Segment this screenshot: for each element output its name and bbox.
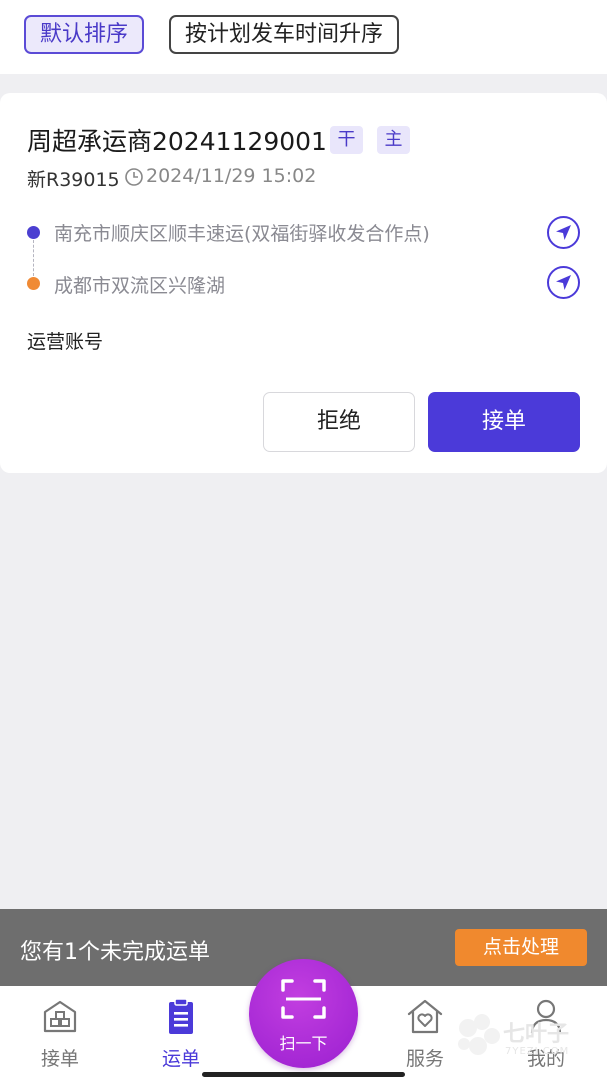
clipboard-icon [169,998,193,1034]
sort-bar: 默认排序 按计划发车时间升序 [0,0,607,74]
sort-by-departure-button[interactable]: 按计划发车时间升序 [169,15,400,54]
origin-dot [27,226,40,239]
pending-banner-text: 您有1个未完成运单 [20,940,210,965]
tab-waybill[interactable]: 运单 [141,996,221,1071]
reject-button[interactable]: 拒绝 [263,392,415,452]
scan-icon [281,979,326,1019]
clock-icon [125,168,143,186]
route-connector [33,240,34,276]
navigate-destination-icon[interactable] [546,265,581,300]
operating-account-label: 运营账号 [27,331,104,353]
origin-address: 南充市顺庆区顺丰速运(双福街驿收发合作点) [54,223,430,245]
watermark-text: 七叶子 [503,1022,570,1047]
tab-service[interactable]: 服务 [385,996,465,1071]
home-indicator[interactable] [202,1072,405,1077]
scan-button[interactable]: 扫一下 [249,959,358,1068]
destination-dot [27,277,40,290]
order-tag-main: 主 [377,126,410,154]
watermark-subtext: 7YEZI.COM [505,1046,570,1057]
accept-order-button[interactable]: 接单 [428,392,580,452]
order-tag-trunk: 干 [330,126,363,154]
departure-time: 2024/11/29 15:02 [146,165,317,187]
scan-label: 扫一下 [279,1034,328,1053]
warehouse-icon [43,1000,77,1033]
navigate-origin-icon[interactable] [546,215,581,250]
handle-button[interactable]: 点击处理 [455,929,587,966]
sort-default-button[interactable]: 默认排序 [24,15,145,54]
order-title: 周超承运商20241129001 [27,127,327,156]
tab-waybill-label: 运单 [161,1048,200,1070]
tab-accept-order[interactable]: 接单 [20,996,100,1071]
plate-number: 新R39015 [27,169,120,191]
home-heart-icon [407,999,443,1034]
destination-address: 成都市双流区兴隆湖 [54,275,226,297]
tab-accept-label: 接单 [40,1048,79,1070]
tab-service-label: 服务 [405,1048,444,1070]
